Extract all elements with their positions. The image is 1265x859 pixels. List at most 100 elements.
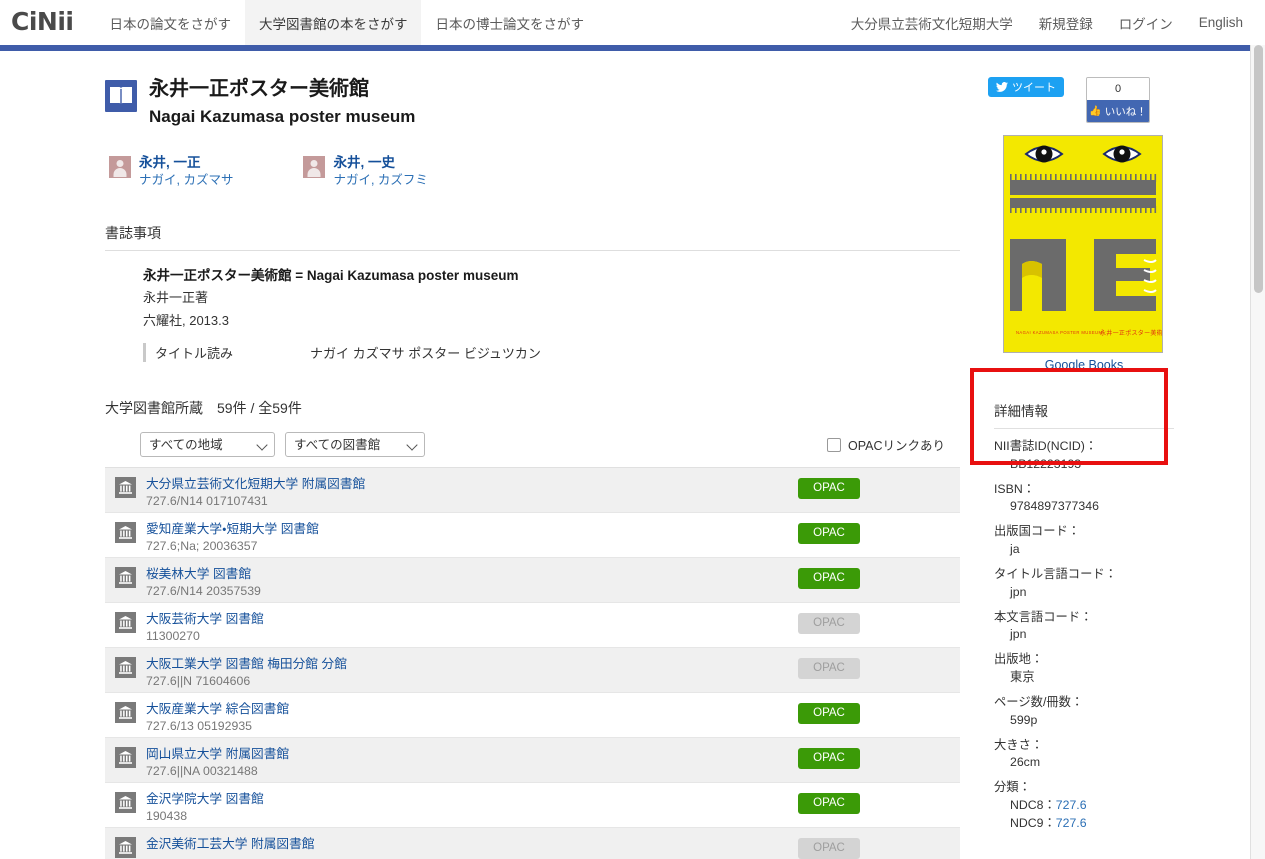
social-buttons: ツイート 0 👍 いいね！ [978, 77, 1265, 123]
call-number: 727.6/N14 017107431 [146, 494, 268, 509]
detail-key: 本文言語コード： [994, 609, 1093, 624]
cinii-logo[interactable]: CiNii [11, 9, 74, 36]
holdings-heading: 大学図書館所蔵 59件 / 全59件 [105, 398, 960, 418]
classification-row: NDC9：727.6 [994, 815, 1265, 833]
holdings-filters: すべての地域 すべての図書館 OPACリンクあり [105, 432, 960, 458]
opac-button[interactable]: OPAC [798, 793, 860, 815]
opac-button[interactable]: OPAC [798, 568, 860, 590]
scrollbar-thumb[interactable] [1254, 45, 1263, 293]
twitter-bird-icon [996, 82, 1008, 92]
details-list: NII書誌ID(NCID)： BB12223193 ISBN： 97848973… [978, 438, 1265, 833]
library-select[interactable]: すべての図書館 [285, 432, 425, 458]
library-info: 大阪産業大学 綜合図書館 727.6/13 05192935 [146, 700, 798, 736]
classification-label: NDC9： [1010, 815, 1056, 830]
table-row[interactable]: 桜美林大学 図書館 727.6/N14 20357539 OPAC [105, 557, 960, 603]
header-login-link[interactable]: ログイン [1119, 13, 1173, 33]
header-english-link[interactable]: English [1199, 15, 1243, 30]
library-info: 大阪芸術大学 図書館 11300270 [146, 610, 798, 646]
opac-link-checkbox[interactable] [827, 437, 841, 452]
author-name-link[interactable]: 永井, 一正 [139, 154, 233, 172]
google-books-link[interactable]: Google Books [1003, 358, 1165, 372]
classification-value-link[interactable]: 727.6 [1056, 816, 1087, 830]
header-affiliation[interactable]: 大分県立芸術文化短期大学 [851, 13, 1013, 33]
library-icon [115, 792, 136, 814]
cover-block: NAGAI KAZUMASA POSTER MUSEUM 永井一正ポスター美術館… [978, 135, 1265, 372]
detail-value: BB12223193 [1010, 456, 1082, 471]
person-icon [303, 156, 326, 179]
tweet-button[interactable]: ツイート [988, 77, 1064, 97]
site-header: CiNii 日本の論文をさがす 大学図書館の本をさがす 日本の博士論文をさがす … [0, 0, 1265, 45]
page-root: CiNii 日本の論文をさがす 大学図書館の本をさがす 日本の博士論文をさがす … [0, 0, 1265, 859]
opac-button-disabled: OPAC [798, 613, 860, 635]
table-row[interactable]: 大阪産業大学 綜合図書館 727.6/13 05192935 OPAC [105, 692, 960, 737]
library-info: 桜美林大学 図書館 727.6/N14 20357539 [146, 565, 798, 601]
region-select[interactable]: すべての地域 [140, 432, 275, 458]
tweet-button-label: ツイート [1012, 82, 1056, 94]
holdings-heading-label: 大学図書館所蔵 [105, 400, 203, 417]
table-row[interactable]: 大阪工業大学 図書館 梅田分館 分館 727.6||N 71604606 OPA… [105, 647, 960, 693]
opac-button[interactable]: OPAC [798, 703, 860, 725]
classification-value-link[interactable]: 727.6 [1056, 798, 1087, 812]
library-name-link[interactable]: 大阪芸術大学 図書館 [146, 612, 264, 626]
library-info: 金沢学院大学 図書館 190438 [146, 790, 798, 826]
facebook-like-count: 0 [1087, 78, 1149, 100]
biblio-title: 永井一正ポスター美術館 = Nagai Kazumasa poster muse… [143, 268, 519, 284]
nav-tab-articles[interactable]: 日本の論文をさがす [95, 0, 245, 45]
opac-link-filter[interactable]: OPACリンクあり [827, 435, 945, 454]
library-name-link[interactable]: 岡山県立大学 附属図書館 [146, 747, 289, 761]
table-row[interactable]: 金沢学院大学 図書館 190438 OPAC [105, 782, 960, 827]
library-icon [115, 837, 136, 859]
library-name-link[interactable]: 桜美林大学 図書館 [146, 567, 251, 581]
table-row[interactable]: 大分県立芸術文化短期大学 附属図書館 727.6/N14 017107431 O… [105, 467, 960, 513]
library-icon [115, 612, 136, 634]
classification-key: 分類： [994, 780, 1031, 795]
detail-key: 出版国コード： [994, 524, 1081, 539]
library-name-link[interactable]: 愛知産業大学・短期大学 図書館 [146, 522, 319, 536]
biblio-publisher: 六耀社, 2013.3 [143, 312, 229, 328]
library-info: 岡山県立大学 附属図書館 727.6||NA 00321488 [146, 745, 798, 781]
page-title: 永井一正ポスター美術館 [149, 78, 369, 100]
biblio-kv-key: タイトル読み [155, 346, 234, 362]
record-title-block: 永井一正ポスター美術館 Nagai Kazumasa poster museum [105, 67, 960, 128]
author-name-link[interactable]: 永井, 一史 [333, 154, 427, 172]
table-row[interactable]: 愛知産業大学・短期大学 図書館 727.6;Na; 20036357 OPAC [105, 512, 960, 557]
library-select-wrap: すべての図書館 [285, 432, 425, 458]
library-info: 金沢美術工芸大学 附属図書館 [146, 835, 798, 853]
classification-label: NDC8： [1010, 798, 1056, 813]
nav-tab-dissertations[interactable]: 日本の博士論文をさがす [421, 0, 598, 45]
book-icon [105, 80, 137, 112]
call-number: 727.6/13 05192935 [146, 719, 252, 734]
record-titles: 永井一正ポスター美術館 Nagai Kazumasa poster museum [149, 77, 415, 128]
author-entry: 永井, 一正 ナガイ, カズマサ [109, 154, 233, 189]
details-divider [994, 428, 1174, 429]
library-name-link[interactable]: 大分県立芸術文化短期大学 附属図書館 [146, 477, 365, 491]
main-nav: 日本の論文をさがす 大学図書館の本をさがす 日本の博士論文をさがす [95, 0, 598, 45]
book-cover-image[interactable]: NAGAI KAZUMASA POSTER MUSEUM 永井一正ポスター美術館 [1003, 135, 1163, 353]
opac-button[interactable]: OPAC [798, 748, 860, 770]
header-right-links: 大分県立芸術文化短期大学 新規登録 ログイン English [825, 0, 1265, 45]
facebook-like-widget: 0 👍 いいね！ [1086, 77, 1150, 123]
biblio-details: 永井一正ポスター美術館 = Nagai Kazumasa poster muse… [105, 251, 960, 363]
library-name-link[interactable]: 大阪工業大学 図書館 梅田分館 分館 [146, 657, 347, 671]
facebook-like-label: いいね！ [1104, 105, 1147, 118]
library-name-link[interactable]: 金沢学院大学 図書館 [146, 792, 264, 806]
call-number: 727.6||N 71604606 [146, 674, 251, 689]
table-row[interactable]: 岡山県立大学 附属図書館 727.6||NA 00321488 OPAC [105, 737, 960, 783]
library-icon [115, 477, 136, 499]
library-name-link[interactable]: 金沢美術工芸大学 附属図書館 [146, 837, 314, 851]
table-row[interactable]: 大阪芸術大学 図書館 11300270 OPAC [105, 602, 960, 647]
detail-value: 9784897377346 [1010, 499, 1099, 514]
vertical-scrollbar[interactable] [1250, 45, 1265, 859]
detail-value: 599p [1010, 712, 1038, 727]
detail-key: ページ数/冊数： [994, 694, 1084, 709]
library-info: 大分県立芸術文化短期大学 附属図書館 727.6/N14 017107431 [146, 475, 798, 511]
table-row[interactable]: 金沢美術工芸大学 附属図書館 OPAC [105, 827, 960, 859]
facebook-like-button[interactable]: 👍 いいね！ [1087, 100, 1149, 122]
header-signup-link[interactable]: 新規登録 [1039, 13, 1093, 33]
nav-tab-books[interactable]: 大学図書館の本をさがす [244, 0, 422, 45]
library-name-link[interactable]: 大阪産業大学 綜合図書館 [146, 702, 289, 716]
opac-button[interactable]: OPAC [798, 523, 860, 545]
opac-link-checkbox-label: OPACリンクあり [848, 439, 945, 454]
opac-button[interactable]: OPAC [798, 478, 860, 500]
sidebar: ツイート 0 👍 いいね！ NAGAI KAZUMASA POSTER MUSE… [960, 67, 1265, 859]
